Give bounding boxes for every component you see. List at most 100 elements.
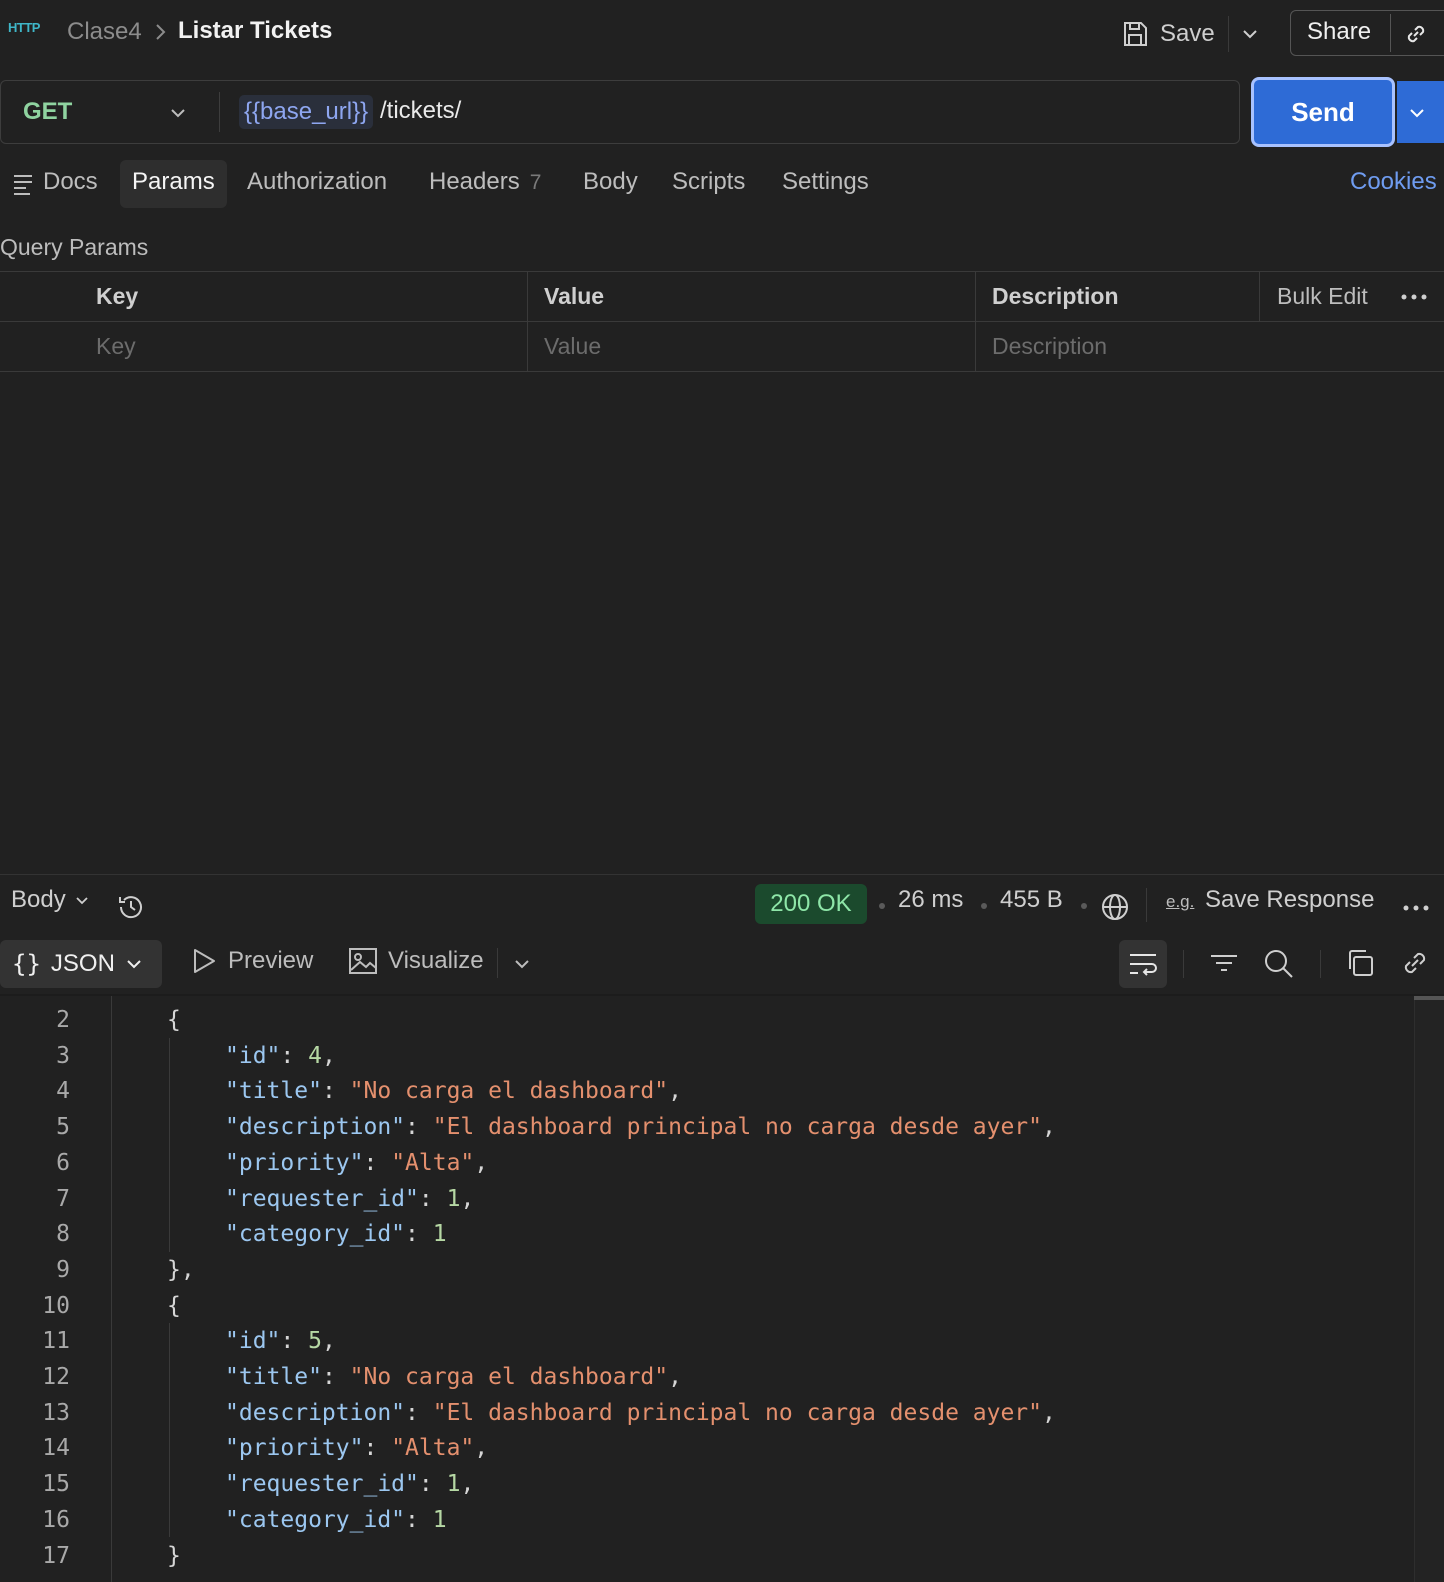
view-preview-button[interactable]: Preview <box>190 946 313 976</box>
column-header-key: Key <box>96 283 139 309</box>
divider <box>497 948 498 978</box>
code-token: : <box>280 1328 309 1355</box>
view-preview-label: Preview <box>228 947 314 974</box>
code-line: 15 "requester_id": 1, <box>0 1466 1414 1502</box>
wrap-lines-button[interactable] <box>1119 940 1167 988</box>
code-text: "id": 4, <box>225 1038 336 1074</box>
param-value-input[interactable]: Value <box>544 333 601 360</box>
code-line: 16 "category_id": 1 <box>0 1502 1414 1538</box>
line-number: 9 <box>56 1256 70 1283</box>
param-description-input[interactable]: Description <box>992 333 1107 360</box>
editor-scrollbar-thumb[interactable] <box>1414 996 1444 1000</box>
tab-params[interactable]: Params <box>132 168 215 196</box>
line-number: 14 <box>42 1435 70 1462</box>
code-token: "requester_id" <box>225 1185 419 1212</box>
code-token: , <box>474 1149 489 1176</box>
url-variable-token[interactable]: {{base_url}} <box>239 95 374 129</box>
divider <box>1228 16 1229 52</box>
pane-divider[interactable] <box>0 874 1444 875</box>
line-number: 15 <box>42 1471 70 1498</box>
code-token: "El dashboard principal no carga desde a… <box>432 1399 1042 1426</box>
line-number: 10 <box>42 1292 70 1319</box>
globe-icon[interactable] <box>1100 892 1130 922</box>
code-line: 8 "category_id": 1 <box>0 1216 1414 1252</box>
response-body-editor[interactable]: 2{3 "id": 4, 4 "title": "No carga el dashbo… <box>0 996 1414 1582</box>
line-number: 12 <box>42 1364 70 1390</box>
divider <box>975 271 976 372</box>
code-token: "No carga el dashboard" <box>349 1078 669 1105</box>
response-section-select[interactable]: Body <box>11 886 90 914</box>
link-icon[interactable] <box>1402 20 1430 48</box>
view-json-button[interactable]: {} JSON <box>0 940 162 988</box>
response-size[interactable]: 455 B <box>1000 886 1063 914</box>
link-icon[interactable] <box>1400 948 1430 978</box>
more-icon[interactable] <box>1402 905 1430 911</box>
send-options-button[interactable] <box>1397 81 1444 143</box>
line-number: 13 <box>42 1399 70 1426</box>
code-text: "category_id": 1 <box>225 1216 447 1252</box>
tab-authorization[interactable]: Authorization <box>247 168 387 196</box>
divider <box>1259 271 1260 321</box>
code-token: "title" <box>225 1364 322 1390</box>
copy-icon[interactable] <box>1345 948 1375 978</box>
code-text: "description": "El dashboard principal n… <box>225 1395 1056 1431</box>
divider <box>1390 14 1391 52</box>
tab-docs[interactable]: Docs <box>43 168 98 196</box>
chevron-down-icon <box>76 897 88 905</box>
code-token: "No carga el dashboard" <box>349 1364 669 1390</box>
filter-icon[interactable] <box>1209 948 1239 978</box>
send-button[interactable]: Send <box>1251 77 1395 147</box>
tab-scripts[interactable]: Scripts <box>672 168 745 196</box>
divider <box>527 271 528 372</box>
view-visualize-button[interactable]: Visualize <box>348 946 484 976</box>
page-title[interactable]: Listar Tickets <box>178 17 332 45</box>
param-key-input[interactable]: Key <box>96 333 136 360</box>
save-button[interactable]: Save <box>1120 14 1215 54</box>
code-text: { <box>167 1002 181 1038</box>
search-icon[interactable] <box>1263 948 1295 980</box>
code-token: "id" <box>225 1042 281 1069</box>
code-token: , <box>460 1471 475 1498</box>
code-token: 1 <box>432 1221 447 1248</box>
method-select[interactable]: GET <box>23 98 72 126</box>
history-icon[interactable] <box>116 892 146 922</box>
editor-scrollbar[interactable] <box>1414 996 1444 1582</box>
code-token: : <box>418 1471 447 1498</box>
cookies-link[interactable]: Cookies <box>1350 168 1437 196</box>
save-response-button[interactable]: Save Response <box>1205 886 1374 914</box>
tab-headers[interactable]: Headers 7 <box>429 168 541 196</box>
line-number: 8 <box>56 1221 70 1248</box>
divider <box>219 92 220 132</box>
code-token: , <box>321 1328 336 1355</box>
chevron-down-icon[interactable] <box>168 103 188 123</box>
code-token: : <box>321 1078 350 1105</box>
code-token: 1 <box>432 1506 447 1533</box>
line-number: 16 <box>42 1506 70 1533</box>
share-button[interactable]: Share <box>1307 18 1371 46</box>
response-time[interactable]: 26 ms <box>898 886 963 914</box>
url-input[interactable]: /tickets/ <box>380 97 461 125</box>
divider <box>0 321 1444 322</box>
code-line: 6 "priority": "Alta", <box>0 1145 1414 1181</box>
status-badge[interactable]: 200 OK <box>755 884 867 924</box>
line-number: 6 <box>56 1149 70 1176</box>
tab-body[interactable]: Body <box>583 168 638 196</box>
code-token: { <box>167 1292 181 1319</box>
indent-guide <box>169 1323 170 1538</box>
code-token: "title" <box>225 1078 322 1105</box>
code-token: "category_id" <box>225 1221 406 1248</box>
tab-settings[interactable]: Settings <box>782 168 869 196</box>
save-icon <box>1120 19 1150 49</box>
chevron-right-icon <box>154 22 168 42</box>
bulk-edit-button[interactable]: Bulk Edit <box>1277 283 1368 310</box>
more-icon[interactable] <box>1400 294 1428 300</box>
code-text: "title": "No carga el dashboard", <box>225 1073 682 1109</box>
code-token: , <box>1042 1114 1056 1141</box>
chevron-down-icon[interactable] <box>513 955 531 973</box>
breadcrumb-collection[interactable]: Clase4 <box>67 18 142 46</box>
code-line: 4 "title": "No carga el dashboard", <box>0 1073 1414 1109</box>
code-token: 5 <box>308 1328 322 1355</box>
chevron-down-icon[interactable] <box>1240 24 1260 44</box>
line-number: 4 <box>56 1078 70 1105</box>
code-line: 17} <box>0 1538 1414 1574</box>
